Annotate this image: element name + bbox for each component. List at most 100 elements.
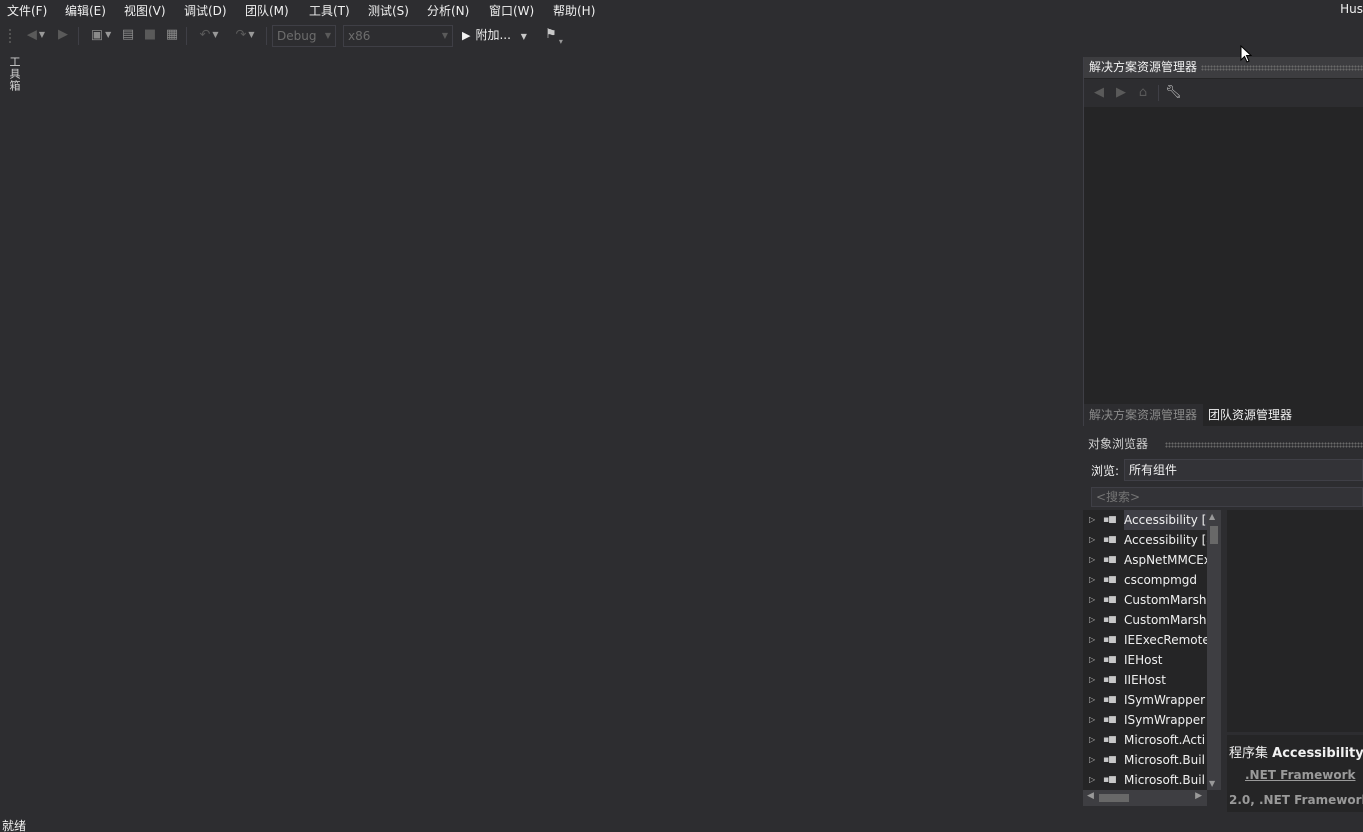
expand-arrow-icon[interactable]: ▷	[1089, 610, 1095, 630]
solution-explorer-title: 解决方案资源管理器	[1089, 60, 1198, 74]
expand-arrow-icon[interactable]: ▷	[1089, 550, 1095, 570]
save-all-icon[interactable]: ▦	[164, 26, 180, 44]
save-icon[interactable]: ■	[142, 26, 158, 44]
assembly-icon: ▪■	[1103, 535, 1117, 545]
description-prefix: 程序集	[1229, 746, 1269, 761]
toolbar-separator	[186, 27, 187, 45]
object-browser-search-input[interactable]	[1091, 487, 1363, 507]
tree-row-label: Microsoft.Buil	[1124, 753, 1205, 767]
scroll-left-icon[interactable]: ◀	[1087, 791, 1094, 801]
tree-row[interactable]: ▷ ▪■ Microsoft.Buil	[1083, 770, 1207, 790]
title-bar-grip	[1201, 65, 1363, 71]
expand-arrow-icon[interactable]: ▷	[1089, 710, 1095, 730]
expand-arrow-icon[interactable]: ▷	[1089, 730, 1095, 750]
status-text: 就绪	[2, 819, 27, 832]
scroll-down-icon[interactable]: ▼	[1209, 779, 1215, 788]
editor-area[interactable]	[26, 52, 1081, 812]
tree-row[interactable]: ▷ ▪■ Microsoft.Buil	[1083, 750, 1207, 770]
forward-icon[interactable]: ▶	[55, 26, 71, 44]
find-in-files-icon[interactable]: ⚑ ▾	[540, 26, 568, 46]
tree-row[interactable]: ▷ ▪■ CustomMarsh	[1083, 610, 1207, 630]
tab-solution-explorer[interactable]: 解决方案资源管理器	[1084, 404, 1202, 426]
forward-icon[interactable]: ▶	[1113, 85, 1129, 101]
tree-row-label: IEExecRemote	[1124, 633, 1207, 647]
framework-link[interactable]: .NET Framework	[1245, 768, 1355, 782]
chevron-down-icon[interactable]: ▼	[521, 32, 527, 41]
tree-row-label: Accessibility [4	[1124, 533, 1207, 547]
tree-row-label: AspNetMMCExt	[1124, 553, 1207, 567]
assembly-icon: ▪■	[1103, 735, 1117, 745]
back-icon[interactable]: ◀ ▼	[22, 26, 50, 44]
expand-arrow-icon[interactable]: ▷	[1089, 590, 1095, 610]
tree-row[interactable]: ▷ ▪■ CustomMarsh	[1083, 590, 1207, 610]
toolbox-tab[interactable]: 工具箱	[6, 56, 22, 96]
chevron-down-icon: ▼	[441, 31, 448, 40]
tree-row[interactable]: ▷ ▪■ Microsoft.Acti	[1083, 730, 1207, 750]
tree-row[interactable]: ▷ ▪■ IEHost	[1083, 650, 1207, 670]
solution-explorer-tree[interactable]	[1084, 107, 1363, 403]
tree-row[interactable]: ▷ ▪■ IIEHost	[1083, 670, 1207, 690]
expand-arrow-icon[interactable]: ▷	[1089, 670, 1095, 690]
expand-arrow-icon[interactable]: ▷	[1089, 530, 1095, 550]
tab-team-explorer[interactable]: 团队资源管理器	[1203, 404, 1363, 426]
scroll-up-icon[interactable]: ▲	[1209, 512, 1215, 521]
expand-arrow-icon[interactable]: ▷	[1089, 690, 1095, 710]
new-project-icon[interactable]: ▣ ▼	[85, 26, 117, 44]
back-icon[interactable]: ◀	[1091, 85, 1107, 101]
menu-window[interactable]: 窗口(W)	[489, 2, 534, 19]
tree-row-label: CustomMarsh	[1124, 593, 1207, 607]
expand-arrow-icon[interactable]: ▷	[1089, 750, 1095, 770]
home-icon[interactable]: ⌂	[1135, 85, 1151, 101]
attach-button[interactable]: ▶ 附加... ▼	[462, 25, 527, 45]
menu-debug[interactable]: 调试(D)	[184, 2, 227, 19]
undo-icon[interactable]: ↶ ▼	[193, 26, 225, 44]
assembly-icon: ▪■	[1103, 635, 1117, 645]
object-browser-title-bar[interactable]: 对象浏览器	[1083, 434, 1363, 455]
status-bar: 就绪	[0, 816, 1363, 832]
user-name[interactable]: Hus	[1340, 2, 1363, 16]
properties-wrench-icon[interactable]: 🔧︎	[1165, 85, 1182, 101]
expand-arrow-icon[interactable]: ▷	[1089, 570, 1095, 590]
assembly-icon: ▪■	[1103, 655, 1117, 665]
expand-arrow-icon[interactable]: ▷	[1089, 770, 1095, 790]
tree-row[interactable]: ▷ ▪■ AspNetMMCExt	[1083, 550, 1207, 570]
toolbar-separator	[1158, 85, 1159, 101]
scrollbar-thumb[interactable]	[1099, 794, 1129, 802]
expand-arrow-icon[interactable]: ▷	[1089, 630, 1095, 650]
menu-edit[interactable]: 编辑(E)	[65, 2, 106, 19]
assembly-tree[interactable]: ▷ ▪■ Accessibility [2 ▷ ▪■ Accessibility…	[1083, 510, 1207, 790]
solution-explorer-title-bar[interactable]: 解决方案资源管理器	[1084, 57, 1363, 78]
solution-config-select[interactable]: Debug ▼	[272, 25, 336, 47]
mouse-cursor-icon	[1240, 45, 1252, 63]
tree-row[interactable]: ▷ ▪■ Accessibility [4	[1083, 530, 1207, 550]
menu-analyze[interactable]: 分析(N)	[427, 2, 469, 19]
open-file-icon[interactable]: ▤	[120, 26, 136, 44]
members-pane[interactable]	[1227, 510, 1363, 732]
expand-arrow-icon[interactable]: ▷	[1089, 650, 1095, 670]
tree-vertical-scrollbar[interactable]: ▲ ▼	[1207, 510, 1221, 790]
tree-row-label: Microsoft.Buil	[1124, 773, 1205, 787]
tree-row-label: Microsoft.Acti	[1124, 733, 1206, 747]
tree-row[interactable]: ▷ ▪■ IEExecRemote	[1083, 630, 1207, 650]
scrollbar-thumb[interactable]	[1210, 526, 1218, 544]
menu-view[interactable]: 视图(V)	[124, 2, 166, 19]
menu-file[interactable]: 文件(F)	[7, 2, 47, 19]
toolbar-grip[interactable]	[8, 28, 12, 44]
tree-row[interactable]: ▷ ▪■ Accessibility [2	[1083, 510, 1207, 530]
assembly-icon: ▪■	[1103, 715, 1117, 725]
redo-icon[interactable]: ↷ ▼	[229, 26, 261, 44]
tree-row[interactable]: ▷ ▪■ ISymWrapper	[1083, 690, 1207, 710]
browse-scope-value: 所有组件	[1129, 463, 1178, 477]
menu-help[interactable]: 帮助(H)	[553, 2, 595, 19]
solution-platform-select[interactable]: x86 ▼	[343, 25, 453, 47]
scroll-right-icon[interactable]: ▶	[1195, 791, 1202, 801]
menu-team[interactable]: 团队(M)	[245, 2, 289, 19]
tree-row[interactable]: ▷ ▪■ ISymWrapper	[1083, 710, 1207, 730]
menu-test[interactable]: 测试(S)	[368, 2, 409, 19]
browse-scope-select[interactable]: 所有组件	[1124, 459, 1363, 481]
expand-arrow-icon[interactable]: ▷	[1089, 510, 1095, 530]
menu-tools[interactable]: 工具(T)	[309, 2, 350, 19]
tree-row[interactable]: ▷ ▪■ cscompmgd	[1083, 570, 1207, 590]
attach-label: 附加...	[475, 28, 511, 42]
tree-horizontal-scrollbar[interactable]: ◀ ▶	[1083, 790, 1207, 806]
